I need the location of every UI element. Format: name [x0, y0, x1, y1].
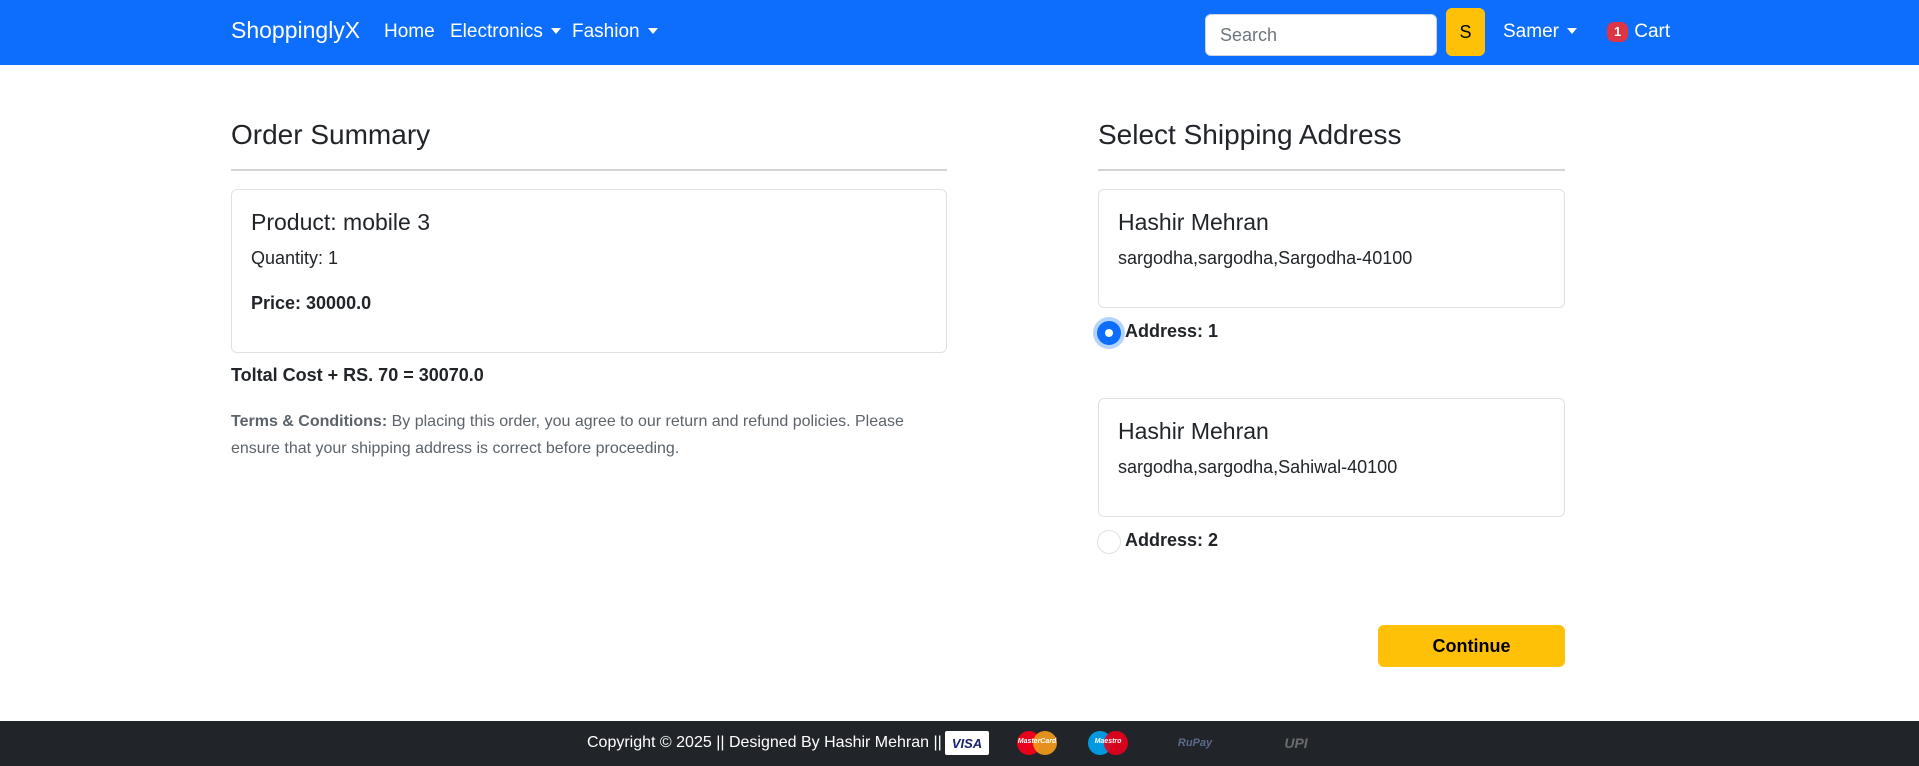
- total-cost: Toltal Cost + RS. 70 = 30070.0: [231, 365, 484, 385]
- terms-label: Terms & Conditions:: [231, 413, 388, 430]
- product-price: Price: 30000.0: [251, 293, 372, 313]
- address-2-radio[interactable]: [1097, 530, 1121, 554]
- address-name: Hashir Mehran: [1118, 209, 1269, 235]
- chevron-down-icon: [1566, 28, 1577, 34]
- footer: Copyright © 2025 || Designed By Hashir M…: [0, 721, 1919, 766]
- cart-label: Cart: [1634, 21, 1671, 42]
- address-name: Hashir Mehran: [1118, 418, 1269, 444]
- nav-fashion-label: Fashion: [572, 21, 640, 42]
- divider: [231, 169, 947, 171]
- address-line: sargodha,sargodha,Sahiwal-40100: [1118, 457, 1398, 477]
- address-1-radio[interactable]: [1097, 321, 1121, 345]
- address-card[interactable]: Hashir Mehran sargodha,sargodha,Sahiwal-…: [1098, 398, 1565, 517]
- address-1-label[interactable]: Address: 1: [1125, 321, 1218, 342]
- address-line: sargodha,sargodha,Sargodha-40100: [1118, 248, 1413, 268]
- shipping-heading: Select Shipping Address: [1098, 119, 1402, 150]
- search-button[interactable]: S: [1446, 8, 1485, 56]
- maestro-icon: Maestro: [1085, 731, 1131, 755]
- rupay-icon: RuPay: [1177, 737, 1213, 749]
- order-item-card: Product: mobile 3 Quantity: 1 Price: 300…: [231, 189, 947, 353]
- cart-count-badge: 1: [1607, 22, 1629, 42]
- chevron-down-icon: [647, 28, 658, 34]
- terms-conditions: Terms & Conditions: By placing this orde…: [231, 408, 951, 462]
- cart-link[interactable]: 1 Cart: [1607, 21, 1670, 43]
- user-name: Samer: [1503, 21, 1559, 42]
- user-dropdown[interactable]: Samer: [1503, 21, 1577, 43]
- nav-home-link[interactable]: Home: [384, 21, 435, 43]
- address-card[interactable]: Hashir Mehran sargodha,sargodha,Sargodha…: [1098, 189, 1565, 308]
- product-name: Product: mobile 3: [251, 209, 430, 235]
- copyright-text: Copyright © 2025 || Designed By Hashir M…: [587, 734, 942, 751]
- brand-logo[interactable]: ShoppinglyX: [231, 17, 360, 44]
- navbar: ShoppinglyX Home Electronics Fashion S S…: [0, 0, 1919, 65]
- nav-electronics-label: Electronics: [450, 21, 543, 42]
- address-2-label[interactable]: Address: 2: [1125, 530, 1218, 551]
- visa-icon: VISA: [945, 731, 989, 755]
- nav-fashion-dropdown[interactable]: Fashion: [572, 21, 658, 43]
- search-input[interactable]: [1205, 14, 1437, 56]
- upi-icon: UPI: [1284, 735, 1308, 751]
- order-summary-heading: Order Summary: [231, 119, 431, 150]
- mastercard-icon: MasterCard: [1013, 731, 1061, 755]
- continue-button[interactable]: Continue: [1378, 625, 1565, 667]
- product-quantity: Quantity: 1: [251, 248, 339, 268]
- divider: [1098, 169, 1565, 171]
- chevron-down-icon: [550, 28, 561, 34]
- nav-electronics-dropdown[interactable]: Electronics: [450, 21, 561, 43]
